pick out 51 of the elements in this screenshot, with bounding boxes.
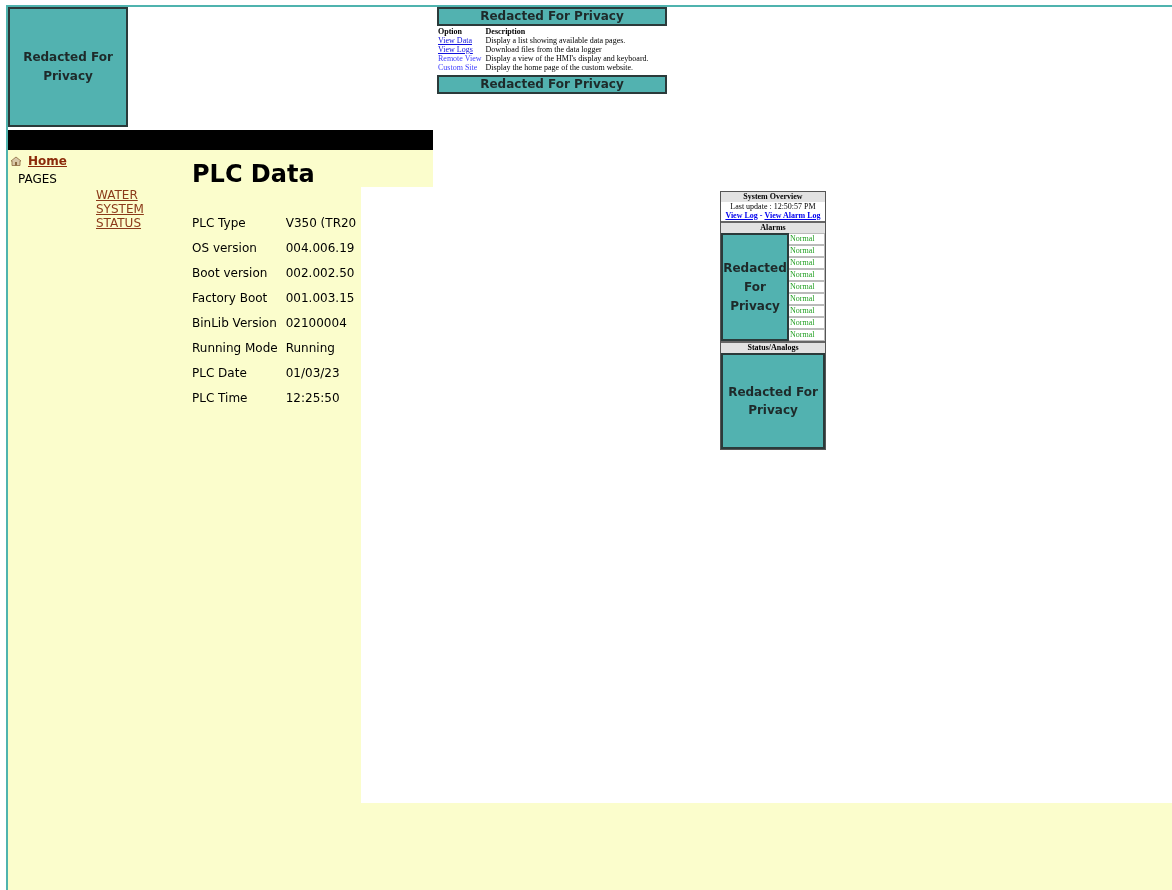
last-update: Last update : 12:50:57 PM xyxy=(729,202,817,211)
column-header: Description xyxy=(485,27,527,36)
field-value: 002.002.50 xyxy=(285,265,355,280)
log-link[interactable]: View Log xyxy=(725,211,758,220)
field-label: BinLib Version xyxy=(192,310,286,335)
option-link[interactable]: Custom Site xyxy=(438,63,478,72)
panel-header: System Overview xyxy=(721,192,825,202)
alarm-status: Normal xyxy=(789,317,825,329)
option-description: Display a list showing available data pages. xyxy=(485,36,627,45)
field-label: Factory Boot xyxy=(192,285,286,310)
option-description: Display a view of the HMI's display and keyboard. xyxy=(485,54,650,63)
option-description: Display the home page of the custom website. xyxy=(485,63,635,72)
option-link[interactable]: View Data xyxy=(438,36,472,45)
page-link[interactable]: WATER SYSTEM STATUS xyxy=(96,188,146,230)
redacted-banner: Redacted For Privacy xyxy=(437,7,667,26)
home-link[interactable]: Home xyxy=(28,154,67,168)
section-label: PAGES xyxy=(18,172,57,186)
field-label: PLC Date xyxy=(192,360,286,385)
option-link[interactable]: View Logs xyxy=(438,45,473,54)
field-value: 01/03/23 xyxy=(285,365,340,380)
field-value: 004.006.19 xyxy=(285,240,355,255)
alarm-status: Normal xyxy=(789,257,825,269)
alarm-status: Normal xyxy=(789,233,825,245)
field-value: V350 (TR20 xyxy=(285,215,357,230)
field-value: 12:25:50 xyxy=(285,390,340,405)
field-label: PLC Time xyxy=(192,389,249,407)
alarm-status: Normal xyxy=(789,293,825,305)
page-title: PLC Data xyxy=(192,160,316,188)
field-label: Running Mode xyxy=(192,335,286,360)
field-label: OS version xyxy=(192,235,286,260)
option-description: Download files from the data logger xyxy=(485,45,653,54)
alarm-status: Normal xyxy=(789,269,825,281)
log-link[interactable]: View Alarm Log xyxy=(764,211,821,220)
panel-header: Alarms xyxy=(721,221,825,233)
panel-header: Status/Analogs xyxy=(721,341,825,353)
alarm-status: Normal xyxy=(789,281,825,293)
redacted-logo: Redacted For Privacy xyxy=(8,7,128,127)
field-label: Boot version xyxy=(192,260,286,285)
column-header: Option xyxy=(438,27,486,36)
field-value: Running xyxy=(285,340,335,355)
option-link[interactable]: Remote View xyxy=(438,54,482,63)
redacted-block: Redacted For Privacy xyxy=(721,233,789,341)
alarm-status: Normal xyxy=(789,245,825,257)
redacted-block: Redacted For Privacy xyxy=(721,353,825,449)
redacted-banner: Redacted For Privacy xyxy=(437,75,667,94)
field-label: PLC Type xyxy=(192,210,286,235)
link-separator: - xyxy=(759,211,763,220)
alarm-status: Normal xyxy=(789,305,825,317)
house-icon xyxy=(10,156,22,166)
field-value: 001.003.15 xyxy=(285,290,355,305)
field-value: 02100004 xyxy=(285,315,347,330)
